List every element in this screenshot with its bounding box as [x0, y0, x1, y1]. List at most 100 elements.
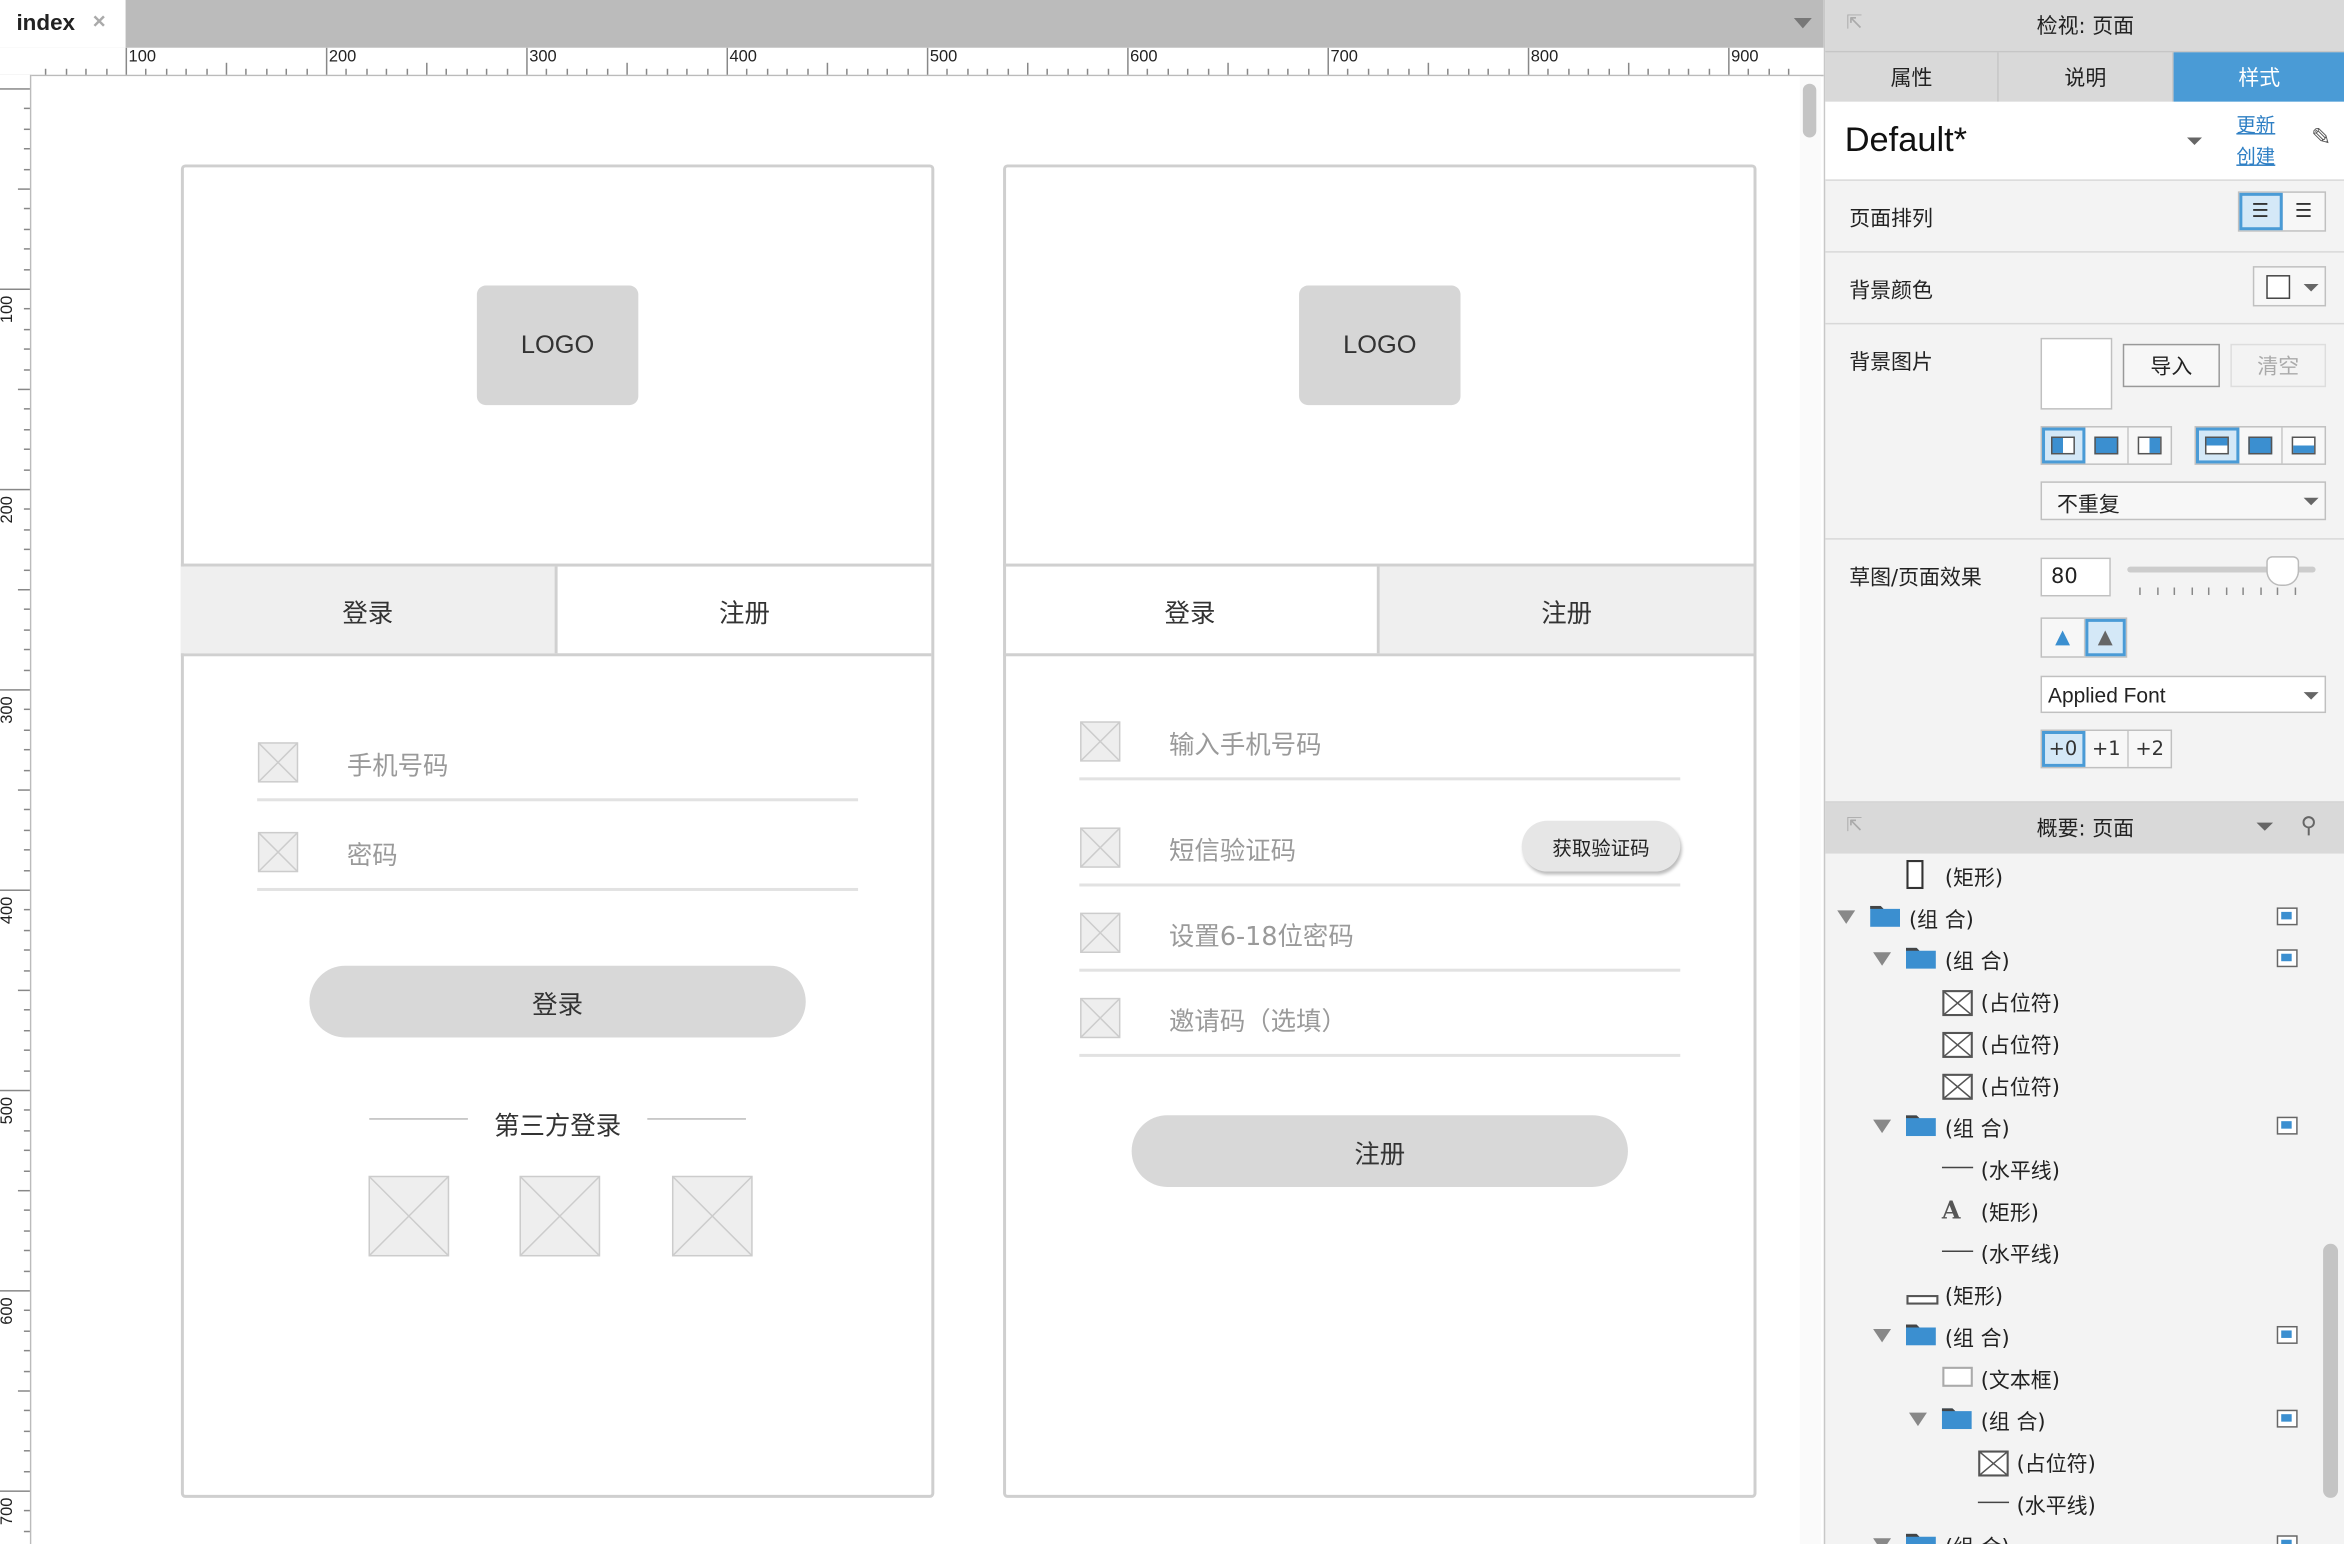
ruler-tick: [1047, 68, 1049, 75]
font-size-plus0[interactable]: +0: [2042, 731, 2086, 767]
expand-toggle-icon[interactable]: [1873, 1119, 1892, 1134]
get-code-button[interactable]: 获取验证码: [1521, 820, 1681, 872]
tab-style[interactable]: 样式: [2173, 52, 2344, 104]
social-login-icon-1[interactable]: [368, 1175, 450, 1257]
visibility-toggle-icon[interactable]: [2276, 1409, 2298, 1428]
sketch-slider-thumb[interactable]: [2265, 556, 2299, 587]
create-link[interactable]: 创建: [2236, 141, 2275, 169]
outline-item[interactable]: (组 合): [1825, 939, 2318, 981]
close-icon[interactable]: ×: [93, 9, 106, 34]
password-field[interactable]: 设置6-18位密码: [1079, 894, 1681, 972]
outline-item[interactable]: (占位符): [1825, 1441, 2318, 1483]
edit-style-icon[interactable]: ✎: [2311, 123, 2331, 151]
expand-toggle-icon[interactable]: [1873, 952, 1892, 966]
outline-item[interactable]: (占位符): [1825, 981, 2318, 1023]
password-field[interactable]: 密码: [257, 813, 859, 891]
outline-item[interactable]: (组 合): [1825, 1525, 2318, 1544]
clear-button[interactable]: 清空: [2230, 343, 2327, 388]
grayscale-image-icon[interactable]: ▲: [2084, 618, 2126, 657]
filter-icon[interactable]: ⏷: [2256, 813, 2274, 840]
tab-register[interactable]: 注册: [558, 567, 932, 654]
tab-login[interactable]: 登录: [180, 566, 555, 654]
style-name-dropdown[interactable]: Default*: [1845, 120, 1967, 160]
font-size-plus1[interactable]: +1: [2085, 731, 2129, 767]
phone-field[interactable]: 输入手机号码: [1079, 703, 1681, 781]
ruler-label: 100: [128, 47, 157, 66]
visibility-toggle-icon[interactable]: [2276, 1535, 2298, 1544]
ruler-tick: [806, 68, 809, 75]
canvas-scrollbar-thumb[interactable]: [1802, 83, 1817, 138]
expand-toggle-icon[interactable]: [1908, 1412, 1927, 1427]
update-link[interactable]: 更新: [2236, 109, 2275, 137]
ruler-tick: [1507, 68, 1510, 75]
align-center-icon[interactable]: [2085, 427, 2129, 464]
tab-notes[interactable]: 说明: [1999, 52, 2174, 104]
tab-login[interactable]: 登录: [1003, 567, 1377, 654]
login-button[interactable]: 登录: [309, 965, 806, 1038]
import-button[interactable]: 导入: [2122, 343, 2220, 388]
outline-item[interactable]: (占位符): [1825, 1023, 2318, 1065]
outline-item[interactable]: (矩形): [1825, 855, 2318, 897]
search-icon[interactable]: ⚲: [2301, 812, 2317, 839]
register-button[interactable]: 注册: [1131, 1115, 1628, 1187]
outline-item[interactable]: (水平线): [1825, 1148, 2318, 1190]
expand-toggle-icon[interactable]: [1837, 910, 1856, 924]
expand-toggle-icon[interactable]: [1873, 1538, 1892, 1544]
tab-index[interactable]: index ×: [0, 0, 126, 48]
invite-code-field[interactable]: 邀请码（选填）: [1079, 979, 1681, 1057]
ruler-tick: [706, 68, 708, 75]
visibility-toggle-icon[interactable]: [2276, 907, 2298, 926]
chevron-down-icon[interactable]: [2187, 137, 2202, 146]
align-top-icon[interactable]: [2196, 427, 2240, 464]
outline-item[interactable]: (占位符): [1825, 1064, 2318, 1106]
outline-item[interactable]: (组 合): [1825, 1106, 2318, 1148]
outline-item[interactable]: A (矩形): [1825, 1190, 2318, 1232]
outline-item-label: (占位符): [1980, 1076, 2060, 1101]
font-size-plus2[interactable]: +2: [2129, 731, 2171, 767]
folder-icon: [1905, 1324, 1936, 1351]
ruler-label: 200: [0, 496, 17, 524]
canvas-scrollbar[interactable]: [1799, 76, 1821, 1544]
horizontal-ruler: 100 200 300 400 500 600 700 800 900: [0, 47, 1824, 77]
visibility-toggle-icon[interactable]: [2276, 1325, 2298, 1344]
outline-item[interactable]: (组 合): [1825, 897, 2318, 939]
outline-item[interactable]: (文本框): [1825, 1357, 2318, 1399]
ruler-tick: [23, 208, 30, 210]
bg-color-picker[interactable]: [2252, 266, 2327, 307]
collapse-arrow-icon[interactable]: ⇱: [1846, 12, 1862, 34]
tab-register[interactable]: 注册: [1379, 566, 1754, 654]
align-bottom-icon[interactable]: [2283, 428, 2325, 464]
visibility-toggle-icon[interactable]: [2276, 949, 2298, 968]
expand-toggle-icon[interactable]: [1873, 1328, 1892, 1343]
ruler-tick: [1307, 68, 1309, 75]
align-left-icon[interactable]: ☰: [2239, 192, 2283, 231]
align-middle-icon[interactable]: [2239, 427, 2283, 464]
font-select[interactable]: Applied Font: [2040, 675, 2327, 714]
outline-item[interactable]: (水平线): [1825, 1483, 2318, 1525]
sms-code-field[interactable]: 短信验证码 获取验证码: [1079, 809, 1681, 887]
sketch-value-input[interactable]: 80: [2040, 557, 2111, 597]
ruler-tick: [526, 47, 528, 75]
outline-item[interactable]: (组 合): [1825, 1316, 2318, 1358]
color-image-icon[interactable]: ▲: [2042, 618, 2085, 657]
outline-item-label: (组 合): [1944, 1118, 2010, 1143]
login-wireframe[interactable]: LOGO 登录 注册 手机号码 密码 登录 第三方登录: [180, 164, 935, 1498]
visibility-toggle-icon[interactable]: [2276, 1116, 2298, 1135]
placeholder-icon: [1942, 990, 1973, 1023]
align-left-icon[interactable]: [2042, 427, 2086, 464]
outline-item[interactable]: (组 合): [1825, 1399, 2318, 1441]
outline-scrollbar-thumb[interactable]: [2323, 1243, 2339, 1498]
tab-menu-caret-icon[interactable]: [1793, 17, 1812, 29]
vertical-align-toggle: [2194, 426, 2327, 465]
collapse-arrow-icon[interactable]: ⇱: [1846, 815, 1862, 837]
repeat-select[interactable]: 不重复: [2040, 481, 2327, 521]
phone-field[interactable]: 手机号码: [257, 724, 859, 802]
outline-item[interactable]: (矩形): [1825, 1274, 2318, 1316]
align-right-icon[interactable]: [2129, 428, 2171, 464]
social-login-icon-2[interactable]: [519, 1175, 601, 1257]
register-wireframe[interactable]: LOGO 登录 注册 输入手机号码 短信验证码 获取验证码 设置6-18位密码 …: [1003, 164, 1757, 1498]
tab-properties[interactable]: 属性: [1825, 52, 2000, 104]
social-login-icon-3[interactable]: [671, 1175, 753, 1257]
outline-item[interactable]: (水平线): [1825, 1232, 2318, 1274]
align-center-icon[interactable]: ☰: [2283, 193, 2325, 230]
